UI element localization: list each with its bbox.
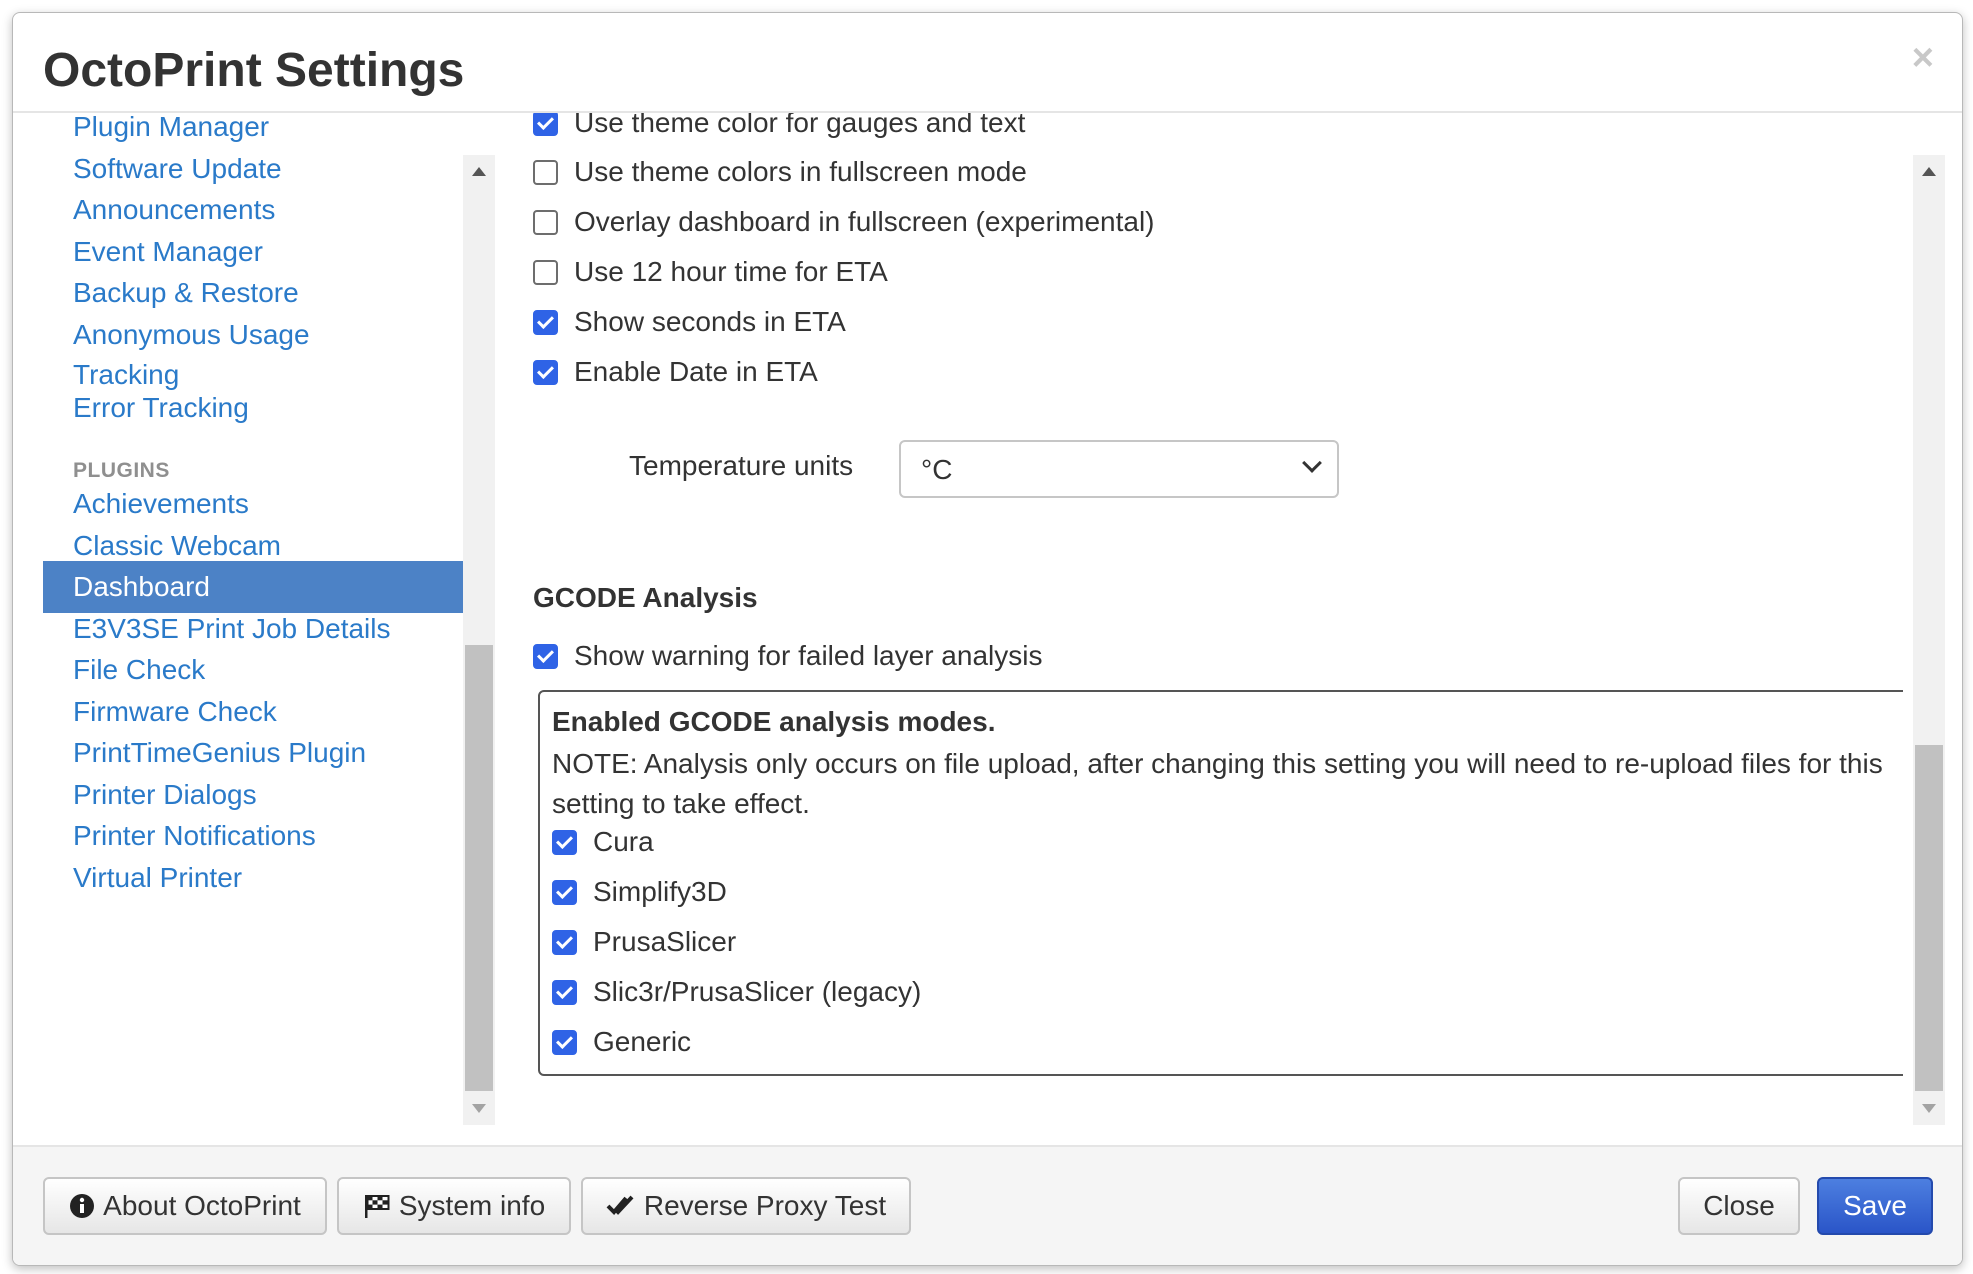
sidebar-item-announcements[interactable]: Announcements — [43, 190, 463, 230]
close-button[interactable]: Close — [1678, 1177, 1800, 1235]
system-info-label: System info — [398, 1190, 546, 1221]
close-label: Close — [1703, 1190, 1775, 1221]
info-circle-icon — [69, 1193, 95, 1219]
checkbox-unchecked[interactable] — [533, 259, 558, 285]
sidebar-item-e3v3se-print-job-details[interactable]: E3V3SE Print Job Details — [43, 609, 463, 649]
scroll-up-arrow-icon[interactable] — [1922, 167, 1936, 176]
checkbox-label: Slic3r/PrusaSlicer (legacy) — [593, 976, 922, 1007]
checkbox-label: Overlay dashboard in fullscreen (experim… — [574, 206, 1155, 237]
checkbox-row-theme-color[interactable]: Use theme color for gauges and text — [533, 113, 1025, 139]
reverse-proxy-test-label: Reverse Proxy Test — [643, 1190, 887, 1221]
checkbox-label: Show warning for failed layer analysis — [574, 640, 1043, 671]
temperature-units-select[interactable]: °C — [899, 440, 1339, 498]
gcode-analysis-heading: GCODE Analysis — [533, 582, 758, 613]
about-octoprint-button[interactable]: About OctoPrint — [43, 1177, 327, 1235]
analysis-modes-heading: Enabled GCODE analysis modes. — [552, 706, 996, 737]
checkbox-checked[interactable] — [552, 879, 577, 905]
analysis-modes-note: NOTE: Analysis only occurs on file uploa… — [552, 748, 1883, 819]
checkbox-row-date-eta[interactable]: Enable Date in ETA — [533, 356, 818, 388]
save-label: Save — [1843, 1190, 1907, 1221]
sidebar-item-printer-notifications[interactable]: Printer Notifications — [43, 816, 463, 856]
content-scrollbar[interactable] — [1913, 155, 1945, 1125]
checkbox-row-seconds-eta[interactable]: Show seconds in ETA — [533, 306, 846, 338]
gcode-analysis-modes-box: Enabled GCODE analysis modes. NOTE: Anal… — [538, 690, 1903, 1076]
content-scroll-thumb[interactable] — [1915, 745, 1943, 1091]
checkbox-row-simplify3d[interactable]: Simplify3D — [552, 876, 727, 908]
checkbox-row-prusaslicer[interactable]: PrusaSlicer — [552, 926, 736, 958]
checkbox-row-12-hour-time[interactable]: Use 12 hour time for ETA — [533, 256, 888, 288]
checkbox-row-overlay-dashboard[interactable]: Overlay dashboard in fullscreen (experim… — [533, 206, 1155, 238]
checkbox-unchecked[interactable] — [533, 159, 558, 185]
plugins-section-header: PLUGINS — [73, 459, 170, 482]
system-info-button[interactable]: System info — [337, 1177, 571, 1235]
settings-sidebar: Plugin Manager Software Update Announcem… — [43, 113, 463, 1123]
temperature-units-value: °C — [921, 454, 953, 485]
checkbox-label: Use theme color for gauges and text — [574, 113, 1026, 138]
close-icon[interactable]: × — [1912, 39, 1934, 77]
sidebar-item-printtimegenius-plugin[interactable]: PrintTimeGenius Plugin — [43, 733, 463, 773]
sidebar-scrollbar[interactable] — [463, 155, 495, 1125]
dialog-header: OctoPrint Settings × — [13, 13, 1962, 113]
reverse-proxy-test-button[interactable]: Reverse Proxy Test — [581, 1177, 911, 1235]
sidebar-item-software-update[interactable]: Software Update — [43, 149, 463, 189]
sidebar-scroll-thumb[interactable] — [465, 645, 493, 1091]
checkbox-checked[interactable] — [552, 979, 577, 1005]
sidebar-item-printer-dialogs[interactable]: Printer Dialogs — [43, 775, 463, 815]
sidebar-item-dashboard[interactable]: Dashboard — [43, 561, 463, 613]
double-check-icon — [606, 1193, 636, 1219]
sidebar-item-classic-webcam[interactable]: Classic Webcam — [43, 526, 463, 566]
checkbox-checked[interactable] — [552, 829, 577, 855]
sidebar-item-achievements[interactable]: Achievements — [43, 484, 463, 524]
sidebar-item-plugin-manager[interactable]: Plugin Manager — [43, 113, 463, 147]
save-button[interactable]: Save — [1817, 1177, 1933, 1235]
chevron-down-icon — [1302, 453, 1322, 473]
checkbox-label: Use theme colors in fullscreen mode — [574, 156, 1027, 187]
checkbox-checked[interactable] — [552, 1029, 577, 1055]
checkbox-label: Cura — [593, 826, 654, 857]
settings-dialog: OctoPrint Settings × Plugin Manager Soft… — [12, 12, 1963, 1266]
checkbox-checked[interactable] — [552, 929, 577, 955]
scroll-up-arrow-icon[interactable] — [472, 167, 486, 176]
scroll-down-arrow-icon[interactable] — [472, 1104, 486, 1113]
checkbox-checked[interactable] — [533, 113, 558, 136]
checkbox-row-generic[interactable]: Generic — [552, 1026, 691, 1058]
sidebar-item-firmware-check[interactable]: Firmware Check — [43, 692, 463, 732]
checkbox-row-cura[interactable]: Cura — [552, 826, 654, 858]
sidebar-item-backup-restore[interactable]: Backup & Restore — [43, 273, 463, 313]
sidebar-item-error-tracking[interactable]: Error Tracking — [43, 388, 463, 428]
about-octoprint-label: About OctoPrint — [103, 1190, 301, 1221]
dialog-footer: About OctoPrint System info Reverse Prox… — [13, 1145, 1962, 1265]
checkbox-label: Simplify3D — [593, 876, 727, 907]
dialog-title: OctoPrint Settings — [43, 44, 465, 97]
checkbox-label: Enable Date in ETA — [574, 356, 818, 387]
checkbox-row-fullscreen-colors[interactable]: Use theme colors in fullscreen mode — [533, 156, 1027, 188]
dashboard-settings-panel: Use theme color for gauges and text Use … — [513, 113, 1903, 1125]
temperature-units-label: Temperature units — [629, 450, 854, 481]
checkbox-label: PrusaSlicer — [593, 926, 737, 957]
checkered-flag-icon — [363, 1193, 391, 1219]
sidebar-item-virtual-printer[interactable]: Virtual Printer — [43, 858, 463, 898]
checkbox-label: Show seconds in ETA — [574, 306, 846, 337]
scroll-down-arrow-icon[interactable] — [1922, 1104, 1936, 1113]
sidebar-item-anonymous-usage-tracking[interactable]: Anonymous Usage Tracking — [43, 315, 343, 395]
checkbox-label: Use 12 hour time for ETA — [574, 256, 888, 287]
checkbox-checked[interactable] — [533, 359, 558, 385]
sidebar-item-file-check[interactable]: File Check — [43, 650, 463, 690]
checkbox-label: Generic — [593, 1026, 692, 1057]
checkbox-unchecked[interactable] — [533, 209, 558, 235]
checkbox-row-failed-layer-warning[interactable]: Show warning for failed layer analysis — [533, 640, 1042, 672]
checkbox-checked[interactable] — [533, 643, 558, 669]
checkbox-row-slic3r-legacy[interactable]: Slic3r/PrusaSlicer (legacy) — [552, 976, 921, 1008]
sidebar-item-event-manager[interactable]: Event Manager — [43, 232, 463, 272]
checkbox-checked[interactable] — [533, 309, 558, 335]
